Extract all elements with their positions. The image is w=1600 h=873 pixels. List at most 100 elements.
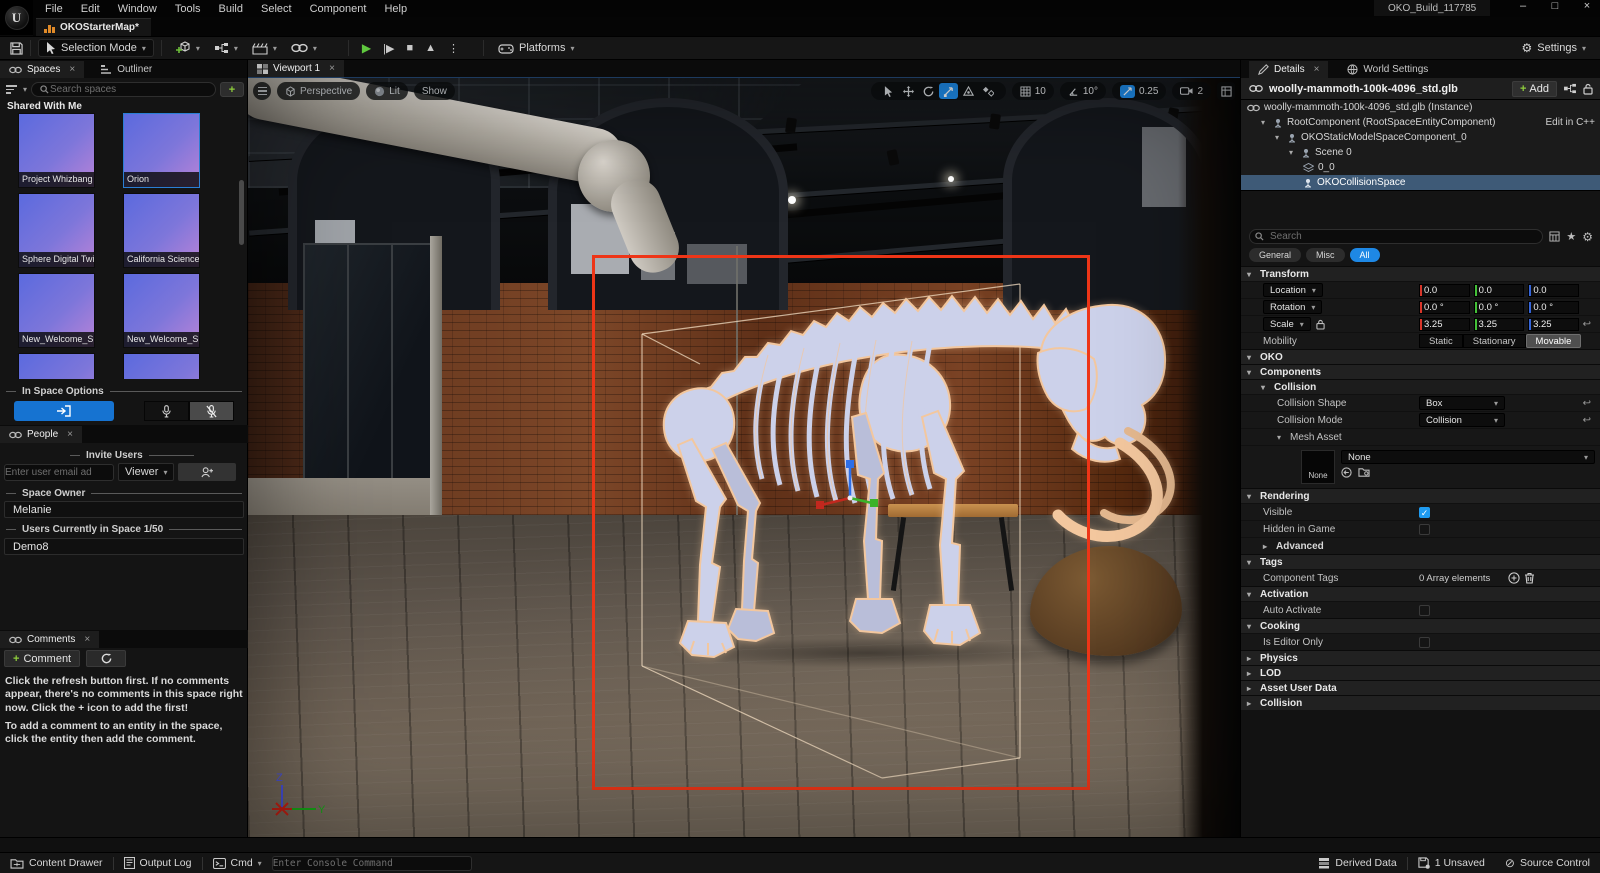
menu-tools[interactable]: Tools [166, 1, 210, 17]
rotate-tool[interactable] [919, 83, 938, 99]
grid-snap-control[interactable]: 10 [1012, 82, 1054, 100]
hidden-in-game-checkbox[interactable] [1419, 524, 1430, 535]
tab-people[interactable]: People × [0, 426, 82, 443]
viewport-options-menu[interactable] [253, 82, 271, 100]
add-space-button[interactable]: + [220, 82, 244, 97]
3d-scene[interactable]: Z Y Perspective Lit [248, 78, 1240, 837]
add-actor-button[interactable]: ▾ [169, 39, 207, 57]
section-asset-user-data[interactable]: ▸ Asset User Data [1241, 680, 1600, 695]
source-control-button[interactable]: ⊘ Source Control [1495, 853, 1600, 873]
output-log-button[interactable]: Output Log [114, 853, 202, 873]
tree-row-instance[interactable]: woolly-mammoth-100k-4096_std.glb (Instan… [1241, 100, 1600, 115]
location-y-field[interactable]: 0.0 [1474, 284, 1525, 297]
reset-scale-button[interactable]: ↩ [1583, 319, 1595, 330]
rotation-z-field[interactable]: 0.0 ° [1528, 301, 1579, 314]
space-card[interactable]: Project Whizbang [18, 113, 95, 188]
section-rendering[interactable]: ▾ Rendering [1241, 488, 1600, 503]
unsaved-button[interactable]: 1 Unsaved [1408, 853, 1495, 873]
camera-speed-control[interactable]: 2 [1172, 82, 1211, 100]
mobility-stationary[interactable]: Stationary [1463, 334, 1526, 348]
mic-on-button[interactable] [144, 401, 189, 421]
show-dropdown[interactable]: Show [414, 82, 455, 100]
caret-down-icon[interactable]: ▾ [1275, 133, 1283, 142]
filter-general[interactable]: General [1249, 248, 1301, 262]
cinematics-button[interactable]: ▾ [245, 40, 284, 57]
menu-edit[interactable]: Edit [72, 1, 109, 17]
add-component-button[interactable]: + Add [1512, 81, 1557, 97]
menu-window[interactable]: Window [109, 1, 166, 17]
section-coo king[interactable]: ▾ Cooking [1241, 618, 1600, 633]
scale-dropdown[interactable]: Scale▾ [1263, 317, 1311, 331]
tab-details[interactable]: Details × [1249, 61, 1328, 78]
visible-checkbox[interactable]: ✓ [1419, 507, 1430, 518]
details-search-input[interactable] [1249, 229, 1543, 244]
caret-down-icon[interactable]: ▾ [1261, 118, 1269, 127]
close-icon[interactable]: × [329, 63, 335, 74]
minimize-button[interactable]: – [1514, 0, 1532, 12]
spaces-scrollbar[interactable] [239, 180, 244, 245]
browse-to-asset-icon[interactable] [1358, 467, 1370, 478]
tab-world-settings[interactable]: World Settings [1338, 61, 1437, 78]
use-selected-icon[interactable] [1341, 467, 1352, 478]
maximize-button[interactable]: □ [1546, 0, 1564, 12]
blueprint-edit-icon[interactable] [1563, 83, 1577, 94]
menu-component[interactable]: Component [301, 1, 376, 17]
section-lod[interactable]: ▸ LOD [1241, 665, 1600, 680]
content-drawer-button[interactable]: Content Drawer [0, 853, 113, 873]
caret-down-icon[interactable]: ▾ [1277, 433, 1285, 442]
trash-icon[interactable] [1524, 572, 1535, 584]
menu-help[interactable]: Help [375, 1, 416, 17]
section-activation[interactable]: ▾ Activation [1241, 586, 1600, 601]
reset-collision-mode[interactable]: ↩ [1583, 415, 1595, 426]
menu-select[interactable]: Select [252, 1, 301, 17]
location-z-field[interactable]: 0.0 [1528, 284, 1579, 297]
filter-icon[interactable] [4, 85, 19, 94]
filter-misc[interactable]: Misc [1306, 248, 1345, 262]
leave-space-button[interactable] [14, 401, 114, 421]
space-card[interactable]: New_Welcome_Sp... [123, 273, 200, 348]
filter-all[interactable]: All [1350, 248, 1380, 262]
space-card[interactable]: Sphere Digital Twin [18, 193, 95, 268]
tab-comments[interactable]: Comments × [0, 631, 99, 648]
play-button[interactable]: ▶ [362, 41, 371, 55]
display-options-icon[interactable] [1549, 231, 1560, 242]
perspective-dropdown[interactable]: Perspective [277, 82, 360, 100]
surface-snap-toggle[interactable] [979, 83, 998, 99]
refresh-comments-button[interactable] [86, 650, 126, 667]
tab-viewport1[interactable]: Viewport 1 × [248, 60, 344, 77]
location-dropdown[interactable]: Location▾ [1263, 283, 1323, 297]
eject-button[interactable]: ▲ [425, 42, 436, 54]
tab-okostartermap[interactable]: OKOStarterMap* [36, 18, 151, 36]
tab-spaces[interactable]: Spaces × [0, 61, 84, 78]
section-transform[interactable]: ▾ Transform [1241, 266, 1600, 281]
console-command-input[interactable] [272, 856, 472, 871]
space-card[interactable]: California Science... [123, 193, 200, 268]
lit-mode-dropdown[interactable]: Lit [366, 82, 408, 100]
reset-collision-shape[interactable]: ↩ [1583, 398, 1595, 409]
blueprints-button[interactable]: ▾ [207, 40, 245, 57]
mobility-movable[interactable]: Movable [1526, 334, 1582, 348]
save-icon[interactable] [10, 42, 23, 55]
section-tags[interactable]: ▾ Tags [1241, 554, 1600, 569]
tree-row-rootcomponent[interactable]: ▾ RootComponent (RootSpaceEntityComponen… [1241, 115, 1600, 130]
tree-row-scene0[interactable]: ▾ Scene 0 [1241, 145, 1600, 160]
scale-z-field[interactable]: 3.25 [1528, 318, 1579, 331]
tree-row-0-0[interactable]: 0_0 [1241, 160, 1600, 175]
space-card[interactable] [18, 353, 95, 379]
scale-tool[interactable] [939, 83, 958, 99]
move-tool[interactable] [899, 83, 918, 99]
world-space-toggle[interactable] [959, 83, 978, 99]
space-card-selected[interactable]: Orion [123, 113, 200, 188]
section-components[interactable]: ▾ Components [1241, 364, 1600, 379]
close-icon[interactable]: × [69, 64, 75, 75]
favorites-icon[interactable]: ★ [1566, 230, 1576, 243]
mic-muted-button[interactable] [189, 401, 234, 421]
maximize-viewport-button[interactable] [1217, 82, 1235, 100]
frame-skip-button[interactable]: |▶ [383, 42, 394, 55]
menu-build[interactable]: Build [210, 1, 252, 17]
group-collision[interactable]: ▾ Collision [1241, 379, 1600, 394]
rotation-dropdown[interactable]: Rotation▾ [1263, 300, 1322, 314]
invite-email-input[interactable] [4, 464, 114, 481]
platforms-dropdown[interactable]: Platforms ▾ [491, 40, 581, 56]
is-editor-only-checkbox[interactable] [1419, 637, 1430, 648]
